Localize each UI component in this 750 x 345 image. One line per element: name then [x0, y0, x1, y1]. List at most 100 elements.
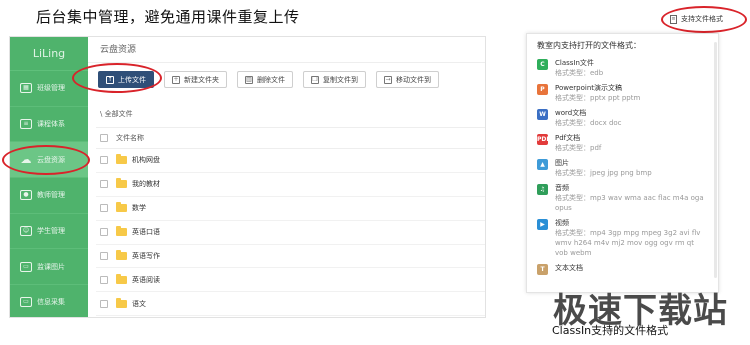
screen-icon: ▭	[20, 297, 32, 308]
sidebar-item-label: 课程体系	[37, 120, 65, 129]
folder-name[interactable]: 我的教材	[132, 179, 160, 189]
main-content: 云盘资源 ↑ 上传文件 + 新建文件夹 ▥ 删除文件 ❐ 复制文件到 → 移动文…	[88, 37, 485, 317]
list-icon: ≡	[20, 119, 32, 130]
delete-file-label: 删除文件	[257, 75, 285, 84]
folder-name[interactable]: 机构网盘	[132, 155, 160, 165]
sidebar-item-label: 云盘资源	[37, 155, 65, 164]
sidebar-item-cloud-resources[interactable]: ☁ 云盘资源	[10, 142, 88, 179]
format-name: 音频	[555, 184, 569, 192]
folder-name[interactable]: 英语写作	[132, 251, 160, 261]
format-body: word文档 格式类型：docx doc	[555, 108, 708, 128]
format-types: 格式类型：jpeg jpg png bmp	[555, 169, 652, 177]
image-icon: ▲	[537, 159, 548, 170]
format-item: ▲ 图片 格式类型：jpeg jpg png bmp	[527, 155, 718, 180]
folder-name[interactable]: 数学	[132, 203, 146, 213]
folder-icon	[116, 178, 127, 189]
format-list: C ClassIn文件 格式类型：edb P Powerpoint演示文稿 格式类型：pp…	[527, 55, 718, 277]
headline: 后台集中管理，避免通用课件重复上传	[36, 8, 300, 26]
student-icon: ☺	[20, 226, 32, 237]
format-types: 格式类型：mp3 wav wma aac flac m4a oga opus	[555, 194, 704, 212]
sidebar-item-label: 教师管理	[37, 191, 65, 200]
word-icon: W	[537, 109, 548, 120]
audio-icon: ♫	[537, 184, 548, 195]
text-icon: T	[537, 264, 548, 275]
row-checkbox[interactable]	[100, 275, 108, 284]
column-file-name: 文件名称	[116, 134, 144, 142]
row-checkbox[interactable]	[100, 204, 108, 213]
supported-formats-label: 支持文件格式	[681, 15, 723, 23]
upload-file-button[interactable]: ↑ 上传文件	[98, 71, 154, 88]
sidebar-item-info-collection[interactable]: ▭ 信息采集	[10, 285, 88, 317]
classin-icon: C	[537, 59, 548, 70]
format-name: Pdf文档	[555, 134, 581, 142]
format-body: ClassIn文件格式类型：edb	[555, 58, 708, 78]
plus-icon: +	[172, 75, 180, 84]
cloud-resource-panel: LiLing ▦ 班级管理 ≡ 课程体系 ☁ 云盘资源 ● 教师管理 ☺ 学生管…	[9, 36, 486, 318]
folder-icon	[116, 297, 127, 308]
folder-icon	[116, 154, 127, 165]
sidebar-item-student-management[interactable]: ☺ 学生管理	[10, 214, 88, 250]
sidebar-item-teacher-management[interactable]: ● 教师管理	[10, 178, 88, 214]
sidebar-item-class-management[interactable]: ▦ 班级管理	[10, 71, 88, 107]
row-checkbox[interactable]	[100, 156, 108, 165]
trash-icon: ▥	[245, 75, 253, 84]
sidebar-item-course-system[interactable]: ≡ 课程体系	[10, 107, 88, 143]
sidebar-item-monitor-images[interactable]: ▭ 监课图片	[10, 249, 88, 286]
format-name: Powerpoint演示文稿	[555, 84, 623, 92]
sidebar-item-label: 班级管理	[37, 84, 65, 93]
format-types: 格式类型：edb	[555, 69, 604, 77]
folder-icon	[116, 273, 127, 284]
copy-file-button[interactable]: ❐ 复制文件到	[303, 71, 366, 88]
table-row[interactable]: 英语写作	[96, 245, 485, 269]
row-checkbox[interactable]	[100, 299, 108, 308]
format-item: P Powerpoint演示文稿 格式类型：pptx ppt pptm	[527, 80, 718, 105]
row-checkbox[interactable]	[100, 252, 108, 260]
move-file-label: 移动文件到	[396, 75, 431, 84]
table-row[interactable]: 我的教材	[96, 173, 485, 197]
folder-name[interactable]: 英语阅读	[132, 275, 160, 285]
page-title: 云盘资源	[88, 37, 485, 63]
sidebar: LiLing ▦ 班级管理 ≡ 课程体系 ☁ 云盘资源 ● 教师管理 ☺ 学生管…	[10, 37, 88, 317]
delete-file-button[interactable]: ▥ 删除文件	[237, 71, 293, 88]
folder-name[interactable]: 英语口语	[132, 227, 160, 237]
format-name: 文本文档	[555, 264, 583, 272]
folder-icon	[116, 202, 127, 213]
format-body: Powerpoint演示文稿格式类型：pptx ppt pptm	[555, 83, 708, 103]
new-folder-label: 新建文件夹	[184, 75, 219, 84]
format-types: 格式类型：pptx ppt pptm	[555, 94, 641, 102]
row-checkbox[interactable]	[100, 228, 108, 237]
format-name: 视频	[555, 219, 569, 227]
cloud-icon: ☁	[20, 153, 32, 167]
format-body: 文本文档	[555, 263, 708, 275]
upload-file-label: 上传文件	[118, 75, 146, 84]
breadcrumb[interactable]: \ 全部文件	[100, 109, 133, 119]
monitor-icon: ▭	[20, 261, 32, 272]
copy-file-label: 复制文件到	[323, 75, 358, 84]
format-body: 视频格式类型：mp4 3gp mpg mpeg 3g2 avi flv wmv …	[555, 218, 708, 258]
table-row[interactable]: 机构网盘	[96, 149, 485, 173]
supported-formats-popover: 教室内支持打开的文件格式： C ClassIn文件 格式类型：edb P Powerpo…	[526, 33, 719, 293]
supported-formats-button[interactable]: ≡ 支持文件格式	[670, 12, 723, 26]
table-row[interactable]: 数学	[96, 197, 485, 221]
select-all-checkbox[interactable]	[100, 134, 108, 142]
move-file-button[interactable]: → 移动文件到	[376, 71, 439, 88]
caption: ClassIn支持的文件格式	[552, 324, 669, 337]
grid-icon: ▦	[20, 83, 32, 94]
new-folder-button[interactable]: + 新建文件夹	[164, 71, 227, 88]
format-types: 格式类型：mp4 3gp mpg mpeg 3g2 avi flv wmv h2…	[555, 229, 701, 257]
table-row[interactable]: 语文	[96, 292, 485, 317]
format-types: 格式类型：docx doc	[555, 119, 622, 127]
folder-icon	[116, 250, 127, 260]
row-checkbox[interactable]	[100, 180, 108, 189]
person-icon: ●	[20, 190, 32, 201]
format-types: 格式类型：pdf	[555, 144, 602, 152]
table-row[interactable]: 英语口语	[96, 221, 485, 245]
document-icon: ≡	[670, 14, 677, 24]
video-icon: ▶	[537, 219, 548, 230]
folder-name[interactable]: 语文	[132, 299, 146, 309]
format-name: ClassIn文件	[555, 59, 594, 67]
format-item: PDF Pdf文档 格式类型：pdf	[527, 130, 718, 155]
table-row[interactable]: 英语阅读	[96, 268, 485, 293]
scrollbar[interactable]	[714, 42, 717, 278]
format-body: 音频格式类型：mp3 wav wma aac flac m4a oga opus	[555, 183, 708, 213]
